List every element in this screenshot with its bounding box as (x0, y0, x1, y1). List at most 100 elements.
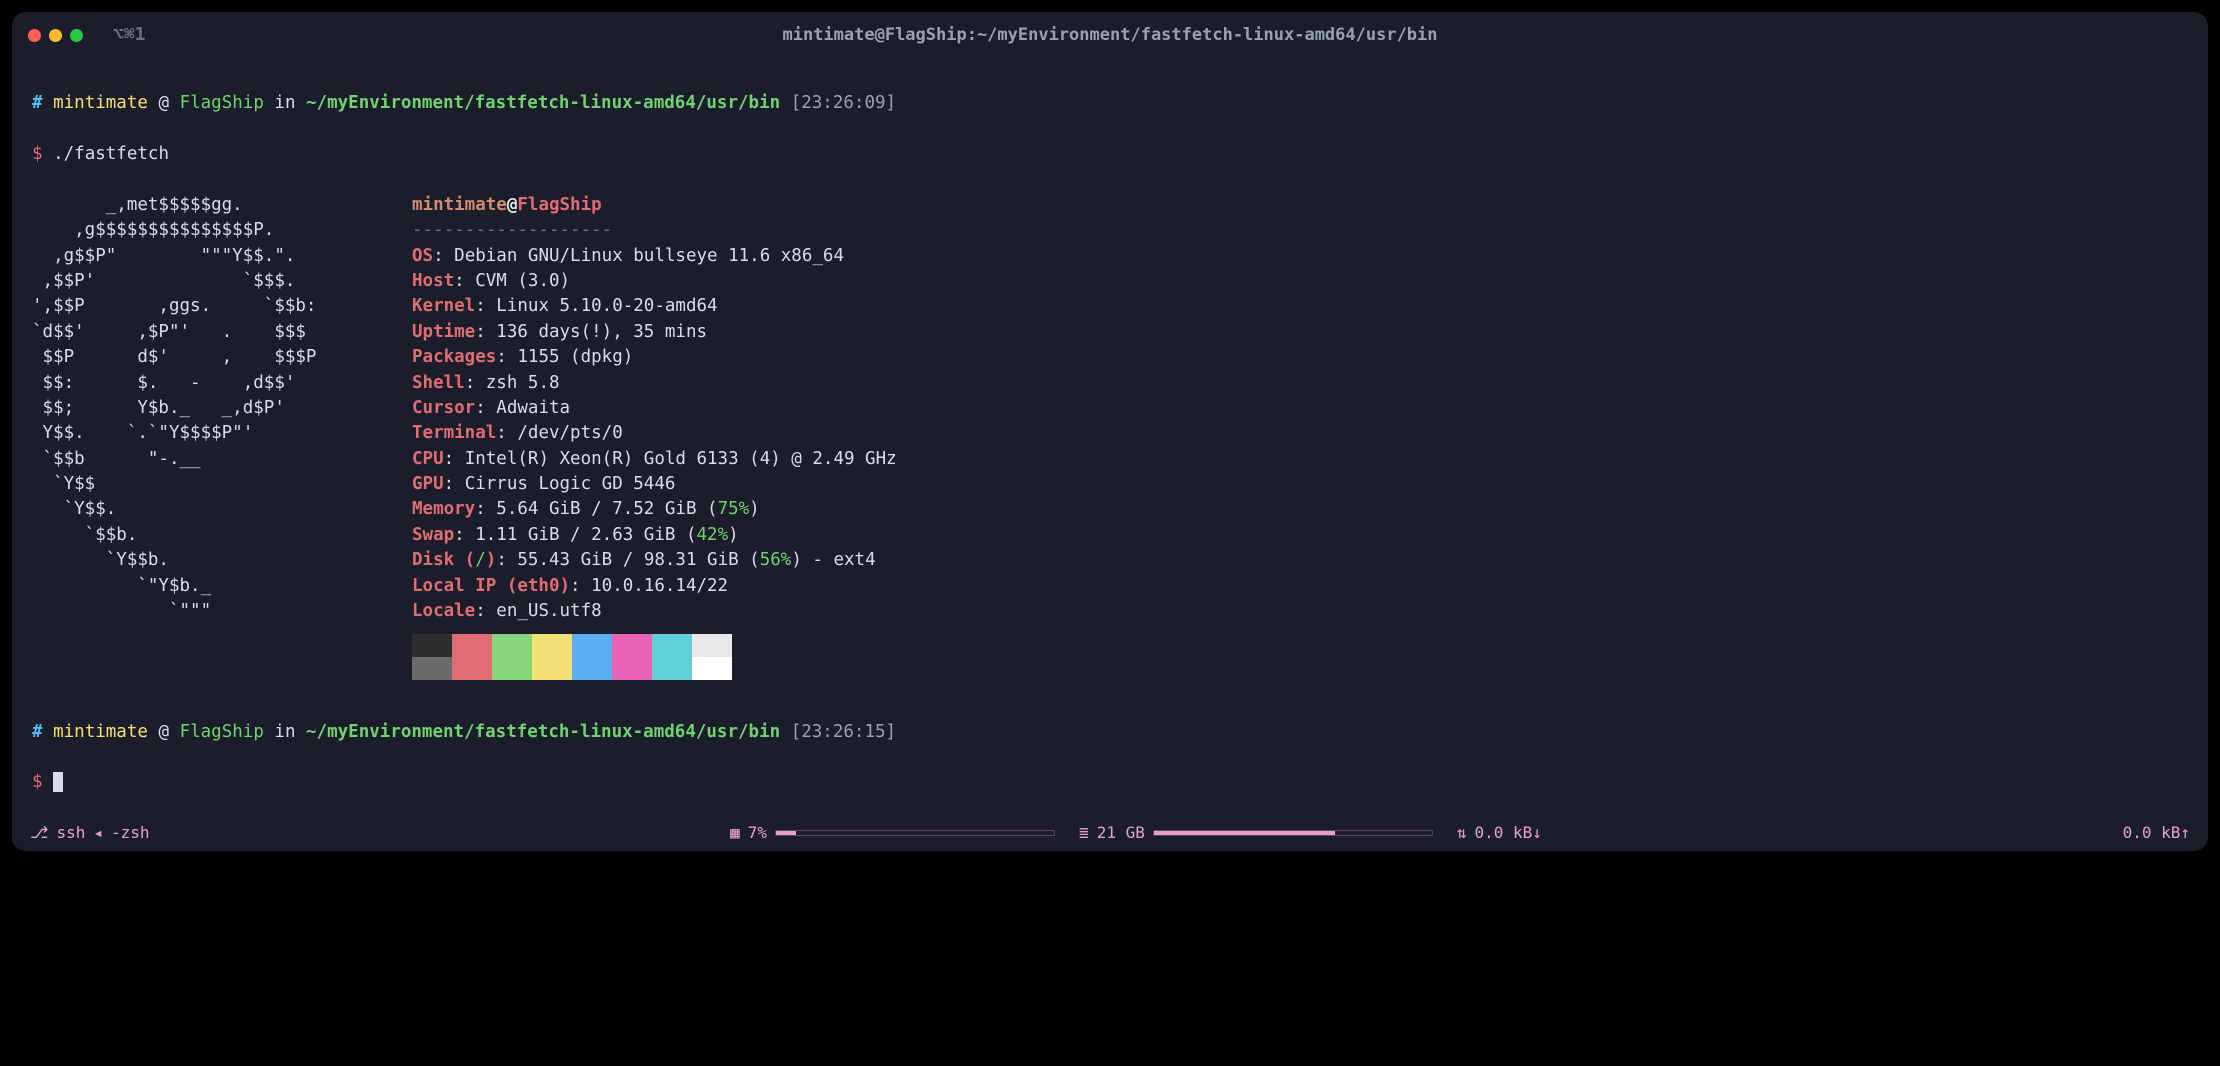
swatch (452, 634, 492, 657)
logo-line: `$$b "-.__ (32, 447, 412, 472)
ff-info-row: Memory: 5.64 GiB / 7.52 GiB (75%) (412, 497, 897, 522)
ff-value: 5.64 GiB / 7.52 GiB ( (496, 499, 717, 519)
logo-line: $$P d$' , $$$P (32, 345, 412, 370)
logo-line: ,g$$P" """Y$$.". (32, 244, 412, 269)
ff-info-row: Locale: en_US.utf8 (412, 599, 897, 624)
ff-value: 1155 (dpkg) (517, 347, 633, 367)
prompt-line-2: # mintimate @ FlagShip in ~/myEnvironmen… (32, 720, 2188, 745)
ff-info-row: Uptime: 136 days(!), 35 mins (412, 320, 897, 345)
prompt-time: [23:26:15] (791, 722, 896, 742)
ff-info-row: OS: Debian GNU/Linux bullseye 11.6 x86_6… (412, 244, 897, 269)
cpu-icon: ▦ (730, 821, 740, 844)
command-line-2: $ (32, 770, 2188, 795)
ff-value: CVM (3.0) (475, 271, 570, 291)
swatch (492, 657, 532, 680)
prompt-user: mintimate (53, 93, 148, 113)
color-swatches (412, 634, 897, 680)
ff-key: Host (412, 271, 454, 291)
command-line-1: $ ./fastfetch (32, 142, 2188, 167)
zoom-icon[interactable] (70, 29, 83, 42)
ff-value-tail: ) (728, 525, 739, 545)
ff-key: Swap (412, 525, 454, 545)
logo-line: `Y$$. (32, 497, 412, 522)
ff-value: en_US.utf8 (496, 601, 601, 621)
ff-key: Packages (412, 347, 496, 367)
ff-info-row: Shell: zsh 5.8 (412, 371, 897, 396)
ff-key: Kernel (412, 296, 475, 316)
prompt-host: FlagShip (180, 722, 264, 742)
ff-host: FlagShip (517, 195, 601, 215)
ff-info-row: Host: CVM (3.0) (412, 269, 897, 294)
status-ram: ≣ 21 GB (1079, 821, 1433, 844)
swatch (452, 657, 492, 680)
prompt-path: ~/myEnvironment/fastfetch-linux-amd64/us… (306, 722, 780, 742)
ff-percent: 56% (760, 550, 792, 570)
network-icon: ⇅ (1457, 821, 1467, 844)
ff-value-tail: ) - ext4 (791, 550, 875, 570)
swatch (572, 634, 612, 657)
logo-line: `Y$$ (32, 472, 412, 497)
ram-label: 21 GB (1097, 821, 1145, 844)
swatch (412, 657, 452, 680)
logo-line: $$; Y$b._ _,d$P' (32, 396, 412, 421)
ff-value: 10.0.16.14/22 (591, 576, 728, 596)
cursor-icon (53, 772, 63, 792)
swatch (612, 657, 652, 680)
swatch (532, 657, 572, 680)
minimize-icon[interactable] (49, 29, 62, 42)
ff-value: Intel(R) Xeon(R) Gold 6133 (4) @ 2.49 GH… (465, 449, 897, 469)
ff-header: mintimate@FlagShip (412, 193, 897, 218)
net-down: 0.0 kB↓ (1475, 821, 1542, 844)
swatch (412, 634, 452, 657)
status-sep: ◂ (93, 821, 103, 844)
ff-value: 136 days(!), 35 mins (496, 322, 707, 342)
logo-line: Y$$. `.`"Y$$$$P"' (32, 421, 412, 446)
logo-line: ,$$P' `$$$. (32, 269, 412, 294)
ff-info-row: CPU: Intel(R) Xeon(R) Gold 6133 (4) @ 2.… (412, 447, 897, 472)
ff-info-row: GPU: Cirrus Logic GD 5446 (412, 472, 897, 497)
tab-shortcut-indicator: ⌥⌘1 (113, 22, 146, 48)
ff-value: Linux 5.10.0-20-amd64 (496, 296, 717, 316)
ff-key: OS (412, 246, 433, 266)
ff-key: Disk ( (412, 550, 475, 570)
swatch (692, 657, 732, 680)
status-net-up: 0.0 kB↑ (2123, 821, 2190, 844)
ff-value-tail: ) (749, 499, 760, 519)
status-net: ⇅ 0.0 kB↓ (1457, 821, 1542, 844)
status-ssh: ssh (56, 821, 85, 844)
ff-percent: 42% (697, 525, 729, 545)
titlebar: ⌥⌘1 mintimate@FlagShip:~/myEnvironment/f… (12, 12, 2208, 58)
prompt-at: @ (158, 722, 169, 742)
status-bar: ⎇ ssh ◂ -zsh ▦ 7% ≣ 21 GB ⇅ 0.0 kB↓ 0.0 … (12, 817, 2208, 850)
swatch (612, 634, 652, 657)
logo-line: `"Y$b._ (32, 574, 412, 599)
status-session: ⎇ ssh ◂ -zsh (30, 821, 150, 844)
prompt-in: in (274, 93, 295, 113)
ff-key: Cursor (412, 398, 475, 418)
ff-key-tail: ) (486, 550, 497, 570)
terminal-body[interactable]: # mintimate @ FlagShip in ~/myEnvironmen… (12, 58, 2208, 851)
ff-value: Cirrus Logic GD 5446 (465, 474, 676, 494)
ram-bar (1153, 830, 1433, 836)
ff-key: CPU (412, 449, 444, 469)
prompt-in: in (274, 722, 295, 742)
swatch (692, 634, 732, 657)
prompt-time: [23:26:09] (791, 93, 896, 113)
swatch (652, 634, 692, 657)
status-cpu: ▦ 7% (730, 821, 1055, 844)
ff-key: Terminal (412, 423, 496, 443)
logo-line: `""" (32, 599, 412, 624)
ff-percent: 75% (718, 499, 750, 519)
prompt-user: mintimate (53, 722, 148, 742)
net-up: 0.0 kB↑ (2123, 821, 2190, 844)
logo-line: $$: $. - ,d$$' (32, 371, 412, 396)
terminal-window: ⌥⌘1 mintimate@FlagShip:~/myEnvironment/f… (12, 12, 2208, 851)
close-icon[interactable] (28, 29, 41, 42)
ff-info-row: Packages: 1155 (dpkg) (412, 345, 897, 370)
ff-value: 1.11 GiB / 2.63 GiB ( (475, 525, 696, 545)
logo-line: ,g$$$$$$$$$$$$$$$P. (32, 218, 412, 243)
ff-key: Local IP (eth0) (412, 576, 570, 596)
command-text: ./fastfetch (53, 144, 169, 164)
logo-line: `Y$$b. (32, 548, 412, 573)
ff-key: Locale (412, 601, 475, 621)
